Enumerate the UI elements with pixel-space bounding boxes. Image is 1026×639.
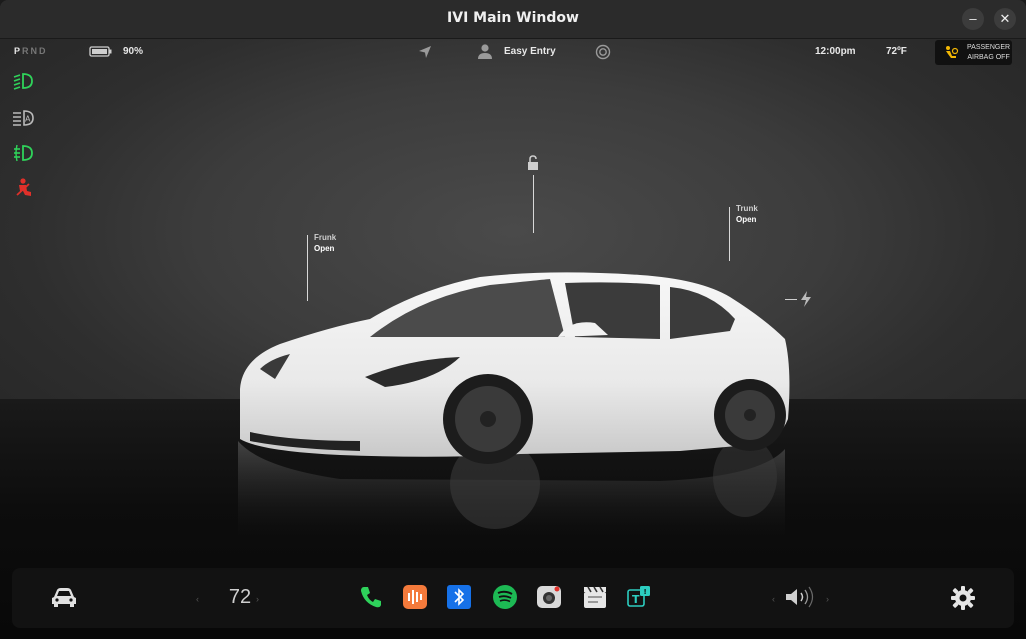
- minimize-button[interactable]: –: [962, 8, 984, 30]
- trunk-line: [729, 207, 730, 261]
- close-button[interactable]: ✕: [994, 8, 1016, 30]
- airbag-line1: PASSENGER: [967, 44, 1011, 51]
- cabin-temperature[interactable]: 72: [212, 586, 268, 609]
- clock: 12:00pm: [815, 46, 856, 57]
- temp-decrease-button[interactable]: ‹: [196, 594, 199, 604]
- theater-icon[interactable]: [582, 584, 608, 610]
- podcast-icon[interactable]: [402, 584, 428, 610]
- door-lock-line: [533, 175, 534, 233]
- airbag-line2: AIRBAG OFF: [967, 54, 1010, 61]
- settings-gear-icon[interactable]: [950, 585, 976, 611]
- ivi-main-window: IVI Main Window – ✕ PRND 90% Easy Entry …: [0, 0, 1026, 639]
- trunk-label: Trunk: [736, 204, 758, 213]
- gear-p: P: [14, 46, 23, 56]
- volume-decrease-button[interactable]: ‹: [772, 594, 775, 604]
- battery-icon: [89, 46, 112, 57]
- frunk-callout[interactable]: Frunk Open: [314, 232, 336, 254]
- toybox-icon[interactable]: T !: [626, 584, 652, 610]
- outside-temperature: 72ºF: [886, 46, 907, 57]
- battery-percent: 90%: [123, 46, 144, 57]
- svg-text:!: !: [644, 588, 647, 596]
- navigation-icon[interactable]: [417, 44, 433, 60]
- low-beam-icon: [13, 73, 33, 90]
- frunk-label: Frunk: [314, 233, 337, 242]
- gear-d: D: [39, 46, 48, 56]
- unlock-icon[interactable]: [526, 155, 540, 171]
- gear-r: R: [22, 46, 31, 56]
- seatbelt-warning-icon: [16, 178, 31, 196]
- volume-icon[interactable]: [784, 585, 818, 609]
- profile-icon[interactable]: [477, 43, 493, 60]
- auto-headlight-icon: A: [13, 110, 34, 126]
- trunk-status: Open: [736, 215, 757, 224]
- main-display: PRND 90% Easy Entry 12:00pm 72ºF PASSENG…: [0, 39, 1026, 639]
- bluetooth-icon[interactable]: [446, 584, 472, 610]
- vehicle-image[interactable]: [220, 219, 820, 559]
- fog-light-icon: [14, 144, 33, 162]
- profile-label[interactable]: Easy Entry: [504, 46, 556, 57]
- svg-text:T: T: [632, 593, 640, 606]
- temp-increase-button[interactable]: ›: [256, 594, 259, 604]
- sentry-mode-icon[interactable]: [595, 44, 611, 60]
- charge-port-line: [785, 299, 797, 300]
- car-controls-icon[interactable]: [50, 586, 78, 608]
- window-title: IVI Main Window: [447, 10, 579, 26]
- title-bar: IVI Main Window – ✕: [0, 0, 1026, 39]
- svg-text:A: A: [25, 115, 31, 124]
- airbag-icon: [946, 46, 959, 58]
- frunk-line: [307, 235, 308, 301]
- frunk-status: Open: [314, 244, 335, 253]
- trunk-callout[interactable]: Trunk Open: [736, 203, 758, 225]
- spotify-icon[interactable]: [492, 584, 518, 610]
- phone-icon[interactable]: [358, 584, 384, 610]
- volume-increase-button[interactable]: ›: [826, 594, 829, 604]
- airbag-text: PASSENGER AIRBAG OFF: [967, 43, 1010, 63]
- gear-selector: PRND: [14, 46, 48, 56]
- camera-icon[interactable]: [536, 584, 562, 610]
- gear-n: N: [30, 46, 40, 56]
- passenger-airbag-status: PASSENGER AIRBAG OFF: [935, 40, 1012, 65]
- bottom-dock: ‹ 72 › T ! ‹ ›: [12, 568, 1014, 628]
- charge-port-icon[interactable]: [800, 290, 812, 308]
- status-bar: PRND 90% Easy Entry 12:00pm 72ºF PASSENG…: [0, 39, 1026, 67]
